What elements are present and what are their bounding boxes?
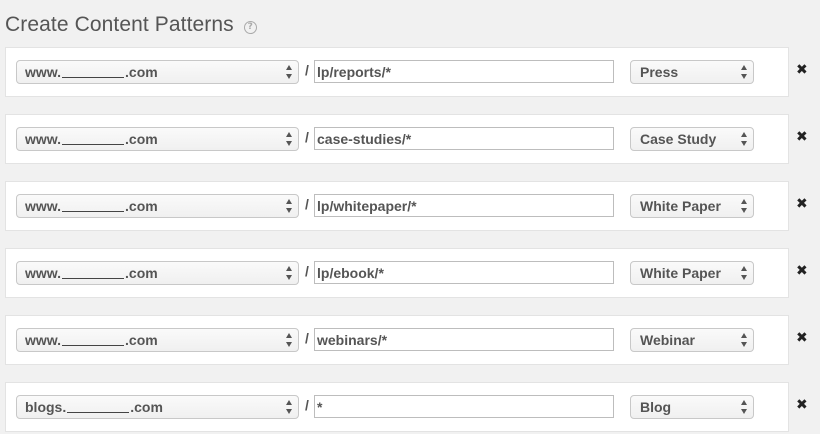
domain-prefix: blogs. [25, 399, 67, 415]
remove-row-icon[interactable]: ✖ [796, 197, 808, 211]
select-arrows-icon [285, 199, 293, 213]
path-separator: / [305, 62, 309, 78]
content-type-value: Webinar [640, 332, 695, 348]
redacted-domain [67, 402, 130, 413]
pattern-row: www. .com / Press [5, 47, 789, 97]
remove-row-icon[interactable]: ✖ [796, 130, 808, 144]
pattern-row: www. .com / Webinar [5, 315, 789, 365]
path-separator: / [305, 397, 309, 413]
path-input[interactable] [314, 395, 614, 418]
path-input[interactable] [314, 328, 614, 351]
select-arrows-icon [740, 333, 748, 347]
domain-select[interactable]: www. .com [16, 194, 299, 218]
content-type-select[interactable]: Case Study [630, 127, 754, 151]
domain-select[interactable]: www. .com [16, 261, 299, 285]
domain-select[interactable]: www. .com [16, 127, 299, 151]
domain-prefix: www. [25, 131, 62, 147]
domain-prefix: www. [25, 64, 62, 80]
domain-prefix: www. [25, 332, 62, 348]
path-separator: / [305, 263, 309, 279]
path-separator: / [305, 196, 309, 212]
pattern-row: blogs. .com / Blog [5, 382, 789, 432]
path-input[interactable] [314, 127, 614, 150]
content-type-value: Press [640, 64, 679, 80]
page-title: Create Content Patterns [5, 13, 234, 36]
domain-select[interactable]: www. .com [16, 60, 299, 84]
domain-suffix: .com [125, 265, 158, 281]
content-type-select[interactable]: Webinar [630, 328, 754, 352]
pattern-row: www. .com / Case Study [5, 114, 789, 164]
select-arrows-icon [740, 132, 748, 146]
select-arrows-icon [740, 65, 748, 79]
select-arrows-icon [740, 266, 748, 280]
redacted-domain [62, 268, 125, 279]
select-arrows-icon [285, 132, 293, 146]
help-icon[interactable]: ? [243, 20, 257, 34]
content-type-select[interactable]: Press [630, 60, 754, 84]
path-separator: / [305, 330, 309, 346]
remove-row-icon[interactable]: ✖ [796, 398, 808, 412]
domain-select[interactable]: blogs. .com [16, 395, 299, 419]
redacted-domain [62, 335, 125, 346]
content-type-value: Blog [640, 399, 672, 415]
domain-suffix: .com [125, 198, 158, 214]
pattern-row: www. .com / White Paper [5, 248, 789, 298]
domain-suffix: .com [130, 399, 163, 415]
path-input[interactable] [314, 261, 614, 284]
select-arrows-icon [740, 199, 748, 213]
page-header: Create Content Patterns ? [5, 11, 257, 39]
domain-suffix: .com [125, 131, 158, 147]
domain-prefix: www. [25, 265, 62, 281]
select-arrows-icon [285, 266, 293, 280]
redacted-domain [62, 67, 125, 78]
content-type-value: Case Study [640, 131, 717, 147]
remove-row-icon[interactable]: ✖ [796, 331, 808, 345]
path-separator: / [305, 129, 309, 145]
select-arrows-icon [285, 400, 293, 414]
domain-prefix: www. [25, 198, 62, 214]
select-arrows-icon [740, 400, 748, 414]
content-type-value: White Paper [640, 198, 721, 214]
redacted-domain [62, 134, 125, 145]
content-type-select[interactable]: White Paper [630, 261, 754, 285]
remove-row-icon[interactable]: ✖ [796, 63, 808, 77]
content-type-select[interactable]: Blog [630, 395, 754, 419]
domain-suffix: .com [125, 64, 158, 80]
content-type-value: White Paper [640, 265, 721, 281]
pattern-row: www. .com / White Paper [5, 181, 789, 231]
path-input[interactable] [314, 194, 614, 217]
redacted-domain [62, 201, 125, 212]
domain-select[interactable]: www. .com [16, 328, 299, 352]
content-type-select[interactable]: White Paper [630, 194, 754, 218]
domain-suffix: .com [125, 332, 158, 348]
select-arrows-icon [285, 65, 293, 79]
select-arrows-icon [285, 333, 293, 347]
path-input[interactable] [314, 60, 614, 83]
remove-row-icon[interactable]: ✖ [796, 264, 808, 278]
